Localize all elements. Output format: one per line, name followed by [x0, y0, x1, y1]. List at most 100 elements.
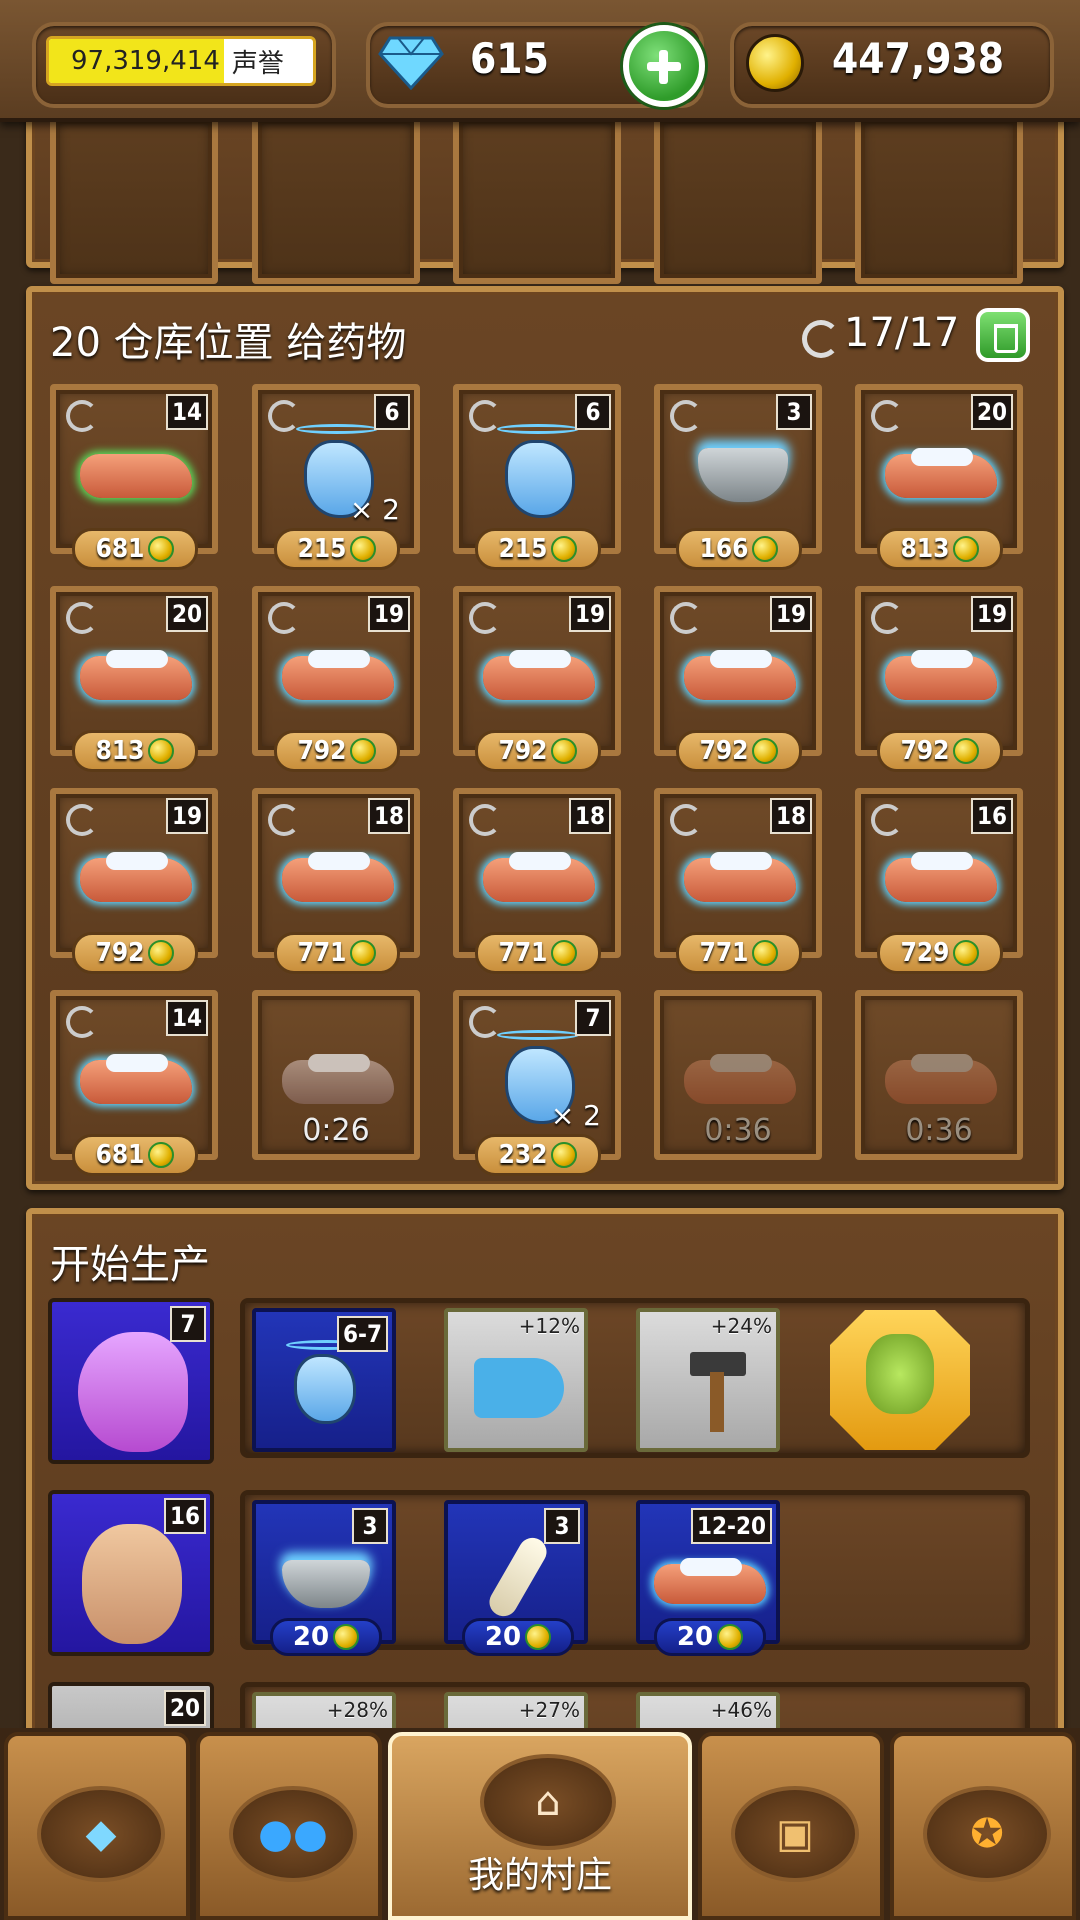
storage-slot[interactable]: 0:26	[252, 990, 420, 1160]
storage-slot[interactable]: 18 771	[654, 788, 822, 974]
sell-bonus-card[interactable]: +12%	[444, 1308, 588, 1452]
storage-slot[interactable]: 14 681	[50, 384, 218, 570]
sell-price-button[interactable]: 729	[877, 932, 1003, 974]
storage-slot[interactable]: 0:36	[855, 990, 1023, 1160]
coin-icon	[752, 536, 779, 562]
trash-button[interactable]	[976, 308, 1030, 362]
price-value: 792	[498, 736, 548, 766]
empty-slot[interactable]	[654, 114, 822, 284]
bone-recipe-card[interactable]: 3 20	[444, 1500, 588, 1656]
price-value: 792	[900, 736, 950, 766]
coin-icon	[746, 34, 804, 92]
nav-village-button[interactable]: ⌂ 我的村庄	[388, 1732, 692, 1920]
price-value: 729	[900, 938, 950, 968]
coin-icon	[350, 940, 377, 966]
item-count: 18	[568, 798, 611, 834]
bottom-navigation: ◆ ●● ⌂ 我的村庄 ▣ ✪	[0, 1728, 1080, 1920]
coin-icon	[953, 940, 980, 966]
empty-slot[interactable]	[252, 114, 420, 284]
empty-slot[interactable]	[855, 114, 1023, 284]
coin-icon	[148, 940, 175, 966]
nav-shop-button[interactable]: ◆	[4, 1732, 190, 1920]
buy-gems-button[interactable]	[623, 25, 705, 107]
storage-slot[interactable]: 19 792	[252, 586, 420, 772]
sell-price-button[interactable]: 681	[72, 1134, 198, 1176]
bandaged-arm-icon	[80, 852, 192, 902]
sell-price-button[interactable]: 232	[475, 1134, 601, 1176]
storage-slot[interactable]: 19 792	[50, 788, 218, 974]
reputation-display: 97,319,414 声誉	[46, 36, 316, 86]
bonus-percent: +27%	[518, 1698, 580, 1722]
storage-slot[interactable]: 0:36	[654, 990, 822, 1160]
nav-chest-button[interactable]: ▣	[698, 1732, 884, 1920]
bonus-percent: +28%	[326, 1698, 388, 1722]
unicorn-head-icon	[78, 1332, 188, 1452]
storage-slot[interactable]: 7 × 2 232	[453, 990, 621, 1176]
sell-price-button[interactable]: 681	[72, 528, 198, 570]
item-count: 20	[165, 596, 208, 632]
price-value: 813	[900, 534, 950, 564]
storage-slot[interactable]: 3 166	[654, 384, 822, 570]
upper-shelf	[26, 100, 1064, 284]
coin-icon	[551, 536, 578, 562]
sell-price-button[interactable]: 771	[676, 932, 802, 974]
item-count: 16	[970, 798, 1013, 834]
empty-slot[interactable]	[453, 114, 621, 284]
speed-bonus-card[interactable]: +24%	[636, 1308, 780, 1452]
sell-price-button[interactable]: 792	[475, 730, 601, 772]
storage-slot[interactable]: 6 × 2 215	[252, 384, 420, 570]
sell-price-button[interactable]: 792	[274, 730, 400, 772]
item-count: 6	[374, 394, 410, 430]
doctor-worker-portrait[interactable]: 16	[48, 1490, 214, 1656]
infected-arm-icon	[80, 454, 192, 498]
sell-price-button[interactable]: 792	[676, 730, 802, 772]
sell-price-button[interactable]: 792	[72, 932, 198, 974]
storage-slot[interactable]: 19 792	[453, 586, 621, 772]
sell-price-button[interactable]: 792	[877, 730, 1003, 772]
sell-price-button[interactable]: 215	[475, 528, 601, 570]
price-value: 681	[95, 1140, 145, 1170]
sell-price-button[interactable]: 771	[274, 932, 400, 974]
production-timer: 0:36	[704, 1113, 772, 1148]
coin-icon	[752, 738, 779, 764]
storage-slot[interactable]: 19 792	[855, 586, 1023, 772]
worker-level: 7	[170, 1306, 206, 1342]
arm-icon	[684, 1054, 796, 1104]
sell-price-button[interactable]: 771	[475, 932, 601, 974]
nav-icon-frame: ⌂	[480, 1754, 616, 1850]
sell-price-button[interactable]: 215	[274, 528, 400, 570]
reputation-label: 声誉	[231, 48, 284, 79]
multiplier-label: × 2	[349, 493, 400, 526]
sell-price-button[interactable]: 813	[877, 528, 1003, 570]
storage-slot[interactable]: 19 792	[654, 586, 822, 772]
storage-slot[interactable]: 6 215	[453, 384, 621, 570]
sell-price-button[interactable]: 166	[676, 528, 802, 570]
doctor-face-icon	[82, 1524, 182, 1644]
storage-slot[interactable]: 18 771	[252, 788, 420, 974]
cost-value: 20	[484, 1622, 522, 1652]
item-count: 14	[165, 394, 208, 430]
empty-slot[interactable]	[50, 114, 218, 284]
zombie-boost-card[interactable]	[830, 1310, 970, 1450]
item-count: 6	[575, 394, 611, 430]
mortar-recipe-card[interactable]: 3 20	[252, 1500, 396, 1656]
sell-price-button[interactable]: 813	[72, 730, 198, 772]
treasure-chest-icon: ▣	[776, 1811, 814, 1857]
halo-icon	[296, 424, 378, 434]
nav-achievements-button[interactable]: ✪	[890, 1732, 1076, 1920]
storage-slot[interactable]: 14 681	[50, 990, 218, 1176]
storage-slot[interactable]: 20 813	[50, 586, 218, 772]
arm-icon	[282, 1054, 394, 1104]
unicorn-recipe-card[interactable]: 6-7	[252, 1308, 396, 1452]
storage-slot[interactable]: 20 813	[855, 384, 1023, 570]
unicorn-worker-portrait[interactable]: 7	[48, 1298, 214, 1464]
arm-recipe-card[interactable]: 12-20 20	[636, 1500, 780, 1656]
recipe-badge: 3	[352, 1508, 388, 1544]
price-value: 771	[498, 938, 548, 968]
refresh-icon	[268, 400, 300, 432]
nav-social-button[interactable]: ●●	[196, 1732, 382, 1920]
storage-capacity: 17/17	[844, 310, 960, 356]
storage-slot[interactable]: 18 771	[453, 788, 621, 974]
refresh-icon	[871, 400, 903, 432]
storage-slot[interactable]: 16 729	[855, 788, 1023, 974]
